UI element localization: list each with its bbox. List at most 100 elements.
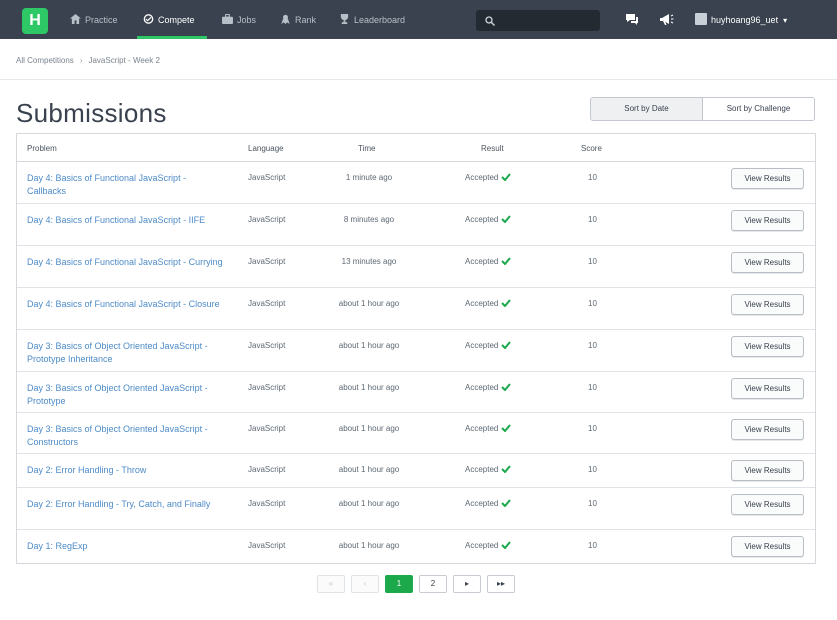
sort-toggle-group: Sort by Date Sort by Challenge: [590, 97, 815, 121]
sort-by-date-button[interactable]: Sort by Date: [591, 98, 703, 120]
language-cell: JavaScript: [248, 341, 286, 350]
chevron-right-icon: ›: [79, 56, 83, 65]
checkmark-icon: [501, 299, 512, 307]
result-text: Accepted: [465, 541, 499, 550]
score-cell: 10: [588, 173, 597, 182]
language-cell: JavaScript: [248, 299, 286, 308]
table-header: Problem Language Time Result Score: [17, 134, 815, 162]
page-1-button[interactable]: 1: [385, 575, 413, 593]
problem-link[interactable]: Day 4: Basics of Functional JavaScript -…: [27, 214, 227, 227]
search-icon: [485, 16, 495, 26]
view-results-button[interactable]: View Results: [731, 336, 804, 357]
checkmark-icon: [501, 215, 512, 223]
result-text: Accepted: [465, 465, 499, 474]
sort-by-challenge-button[interactable]: Sort by Challenge: [703, 98, 814, 120]
nav-label-jobs: Jobs: [237, 15, 257, 25]
nav-item-leaderboard[interactable]: Leaderboard: [339, 0, 405, 39]
time-cell: 13 minutes ago: [341, 257, 397, 266]
nav-item-jobs[interactable]: Jobs: [222, 0, 256, 39]
result-text: Accepted: [465, 173, 499, 182]
page-2-button[interactable]: 2: [419, 575, 447, 593]
language-cell: JavaScript: [248, 383, 286, 392]
top-nav-bar: H Practice Compete Jobs Rank Leaderboard…: [0, 0, 837, 39]
previous-page-button[interactable]: ‹: [351, 575, 379, 593]
language-cell: JavaScript: [248, 465, 286, 474]
view-results-button[interactable]: View Results: [731, 210, 804, 231]
table-row: Day 1: RegExp JavaScript about 1 hour ago A…: [17, 530, 815, 564]
view-results-button[interactable]: View Results: [731, 494, 804, 515]
problem-link[interactable]: Day 1: RegExp: [27, 540, 227, 553]
notifications-icon[interactable]: [660, 13, 674, 26]
view-results-button[interactable]: View Results: [731, 252, 804, 273]
breadcrumb-all-competitions[interactable]: All Competitions: [16, 56, 74, 65]
username: huyhoang96_uet: [711, 15, 779, 25]
first-page-button[interactable]: «: [317, 575, 345, 593]
nav-label-practice: Practice: [85, 15, 118, 25]
result-text: Accepted: [465, 499, 499, 508]
result-text: Accepted: [465, 341, 499, 350]
view-results-button[interactable]: View Results: [731, 168, 804, 189]
score-cell: 10: [588, 465, 597, 474]
messages-icon[interactable]: [625, 13, 639, 26]
table-row: Day 3: Basics of Object Oriented JavaScr…: [17, 413, 815, 454]
problem-link[interactable]: Day 3: Basics of Object Oriented JavaScr…: [27, 382, 227, 408]
time-cell: about 1 hour ago: [338, 341, 400, 350]
problem-link[interactable]: Day 3: Basics of Object Oriented JavaScr…: [27, 423, 227, 449]
score-cell: 10: [588, 541, 597, 550]
table-row: Day 4: Basics of Functional JavaScript -…: [17, 288, 815, 330]
score-cell: 10: [588, 383, 597, 392]
nav-label-compete: Compete: [158, 15, 195, 25]
breadcrumb: All Competitions › JavaScript - Week 2: [16, 56, 160, 65]
nav-item-compete[interactable]: Compete: [137, 0, 207, 39]
time-cell: about 1 hour ago: [338, 424, 400, 433]
chevron-down-icon: ▾: [783, 16, 788, 25]
hackerrank-logo[interactable]: H: [22, 8, 48, 34]
checkmark-icon: [501, 383, 512, 391]
checkmark-icon: [501, 465, 512, 473]
result-text: Accepted: [465, 424, 499, 433]
breadcrumb-current[interactable]: JavaScript - Week 2: [88, 56, 159, 65]
language-cell: JavaScript: [248, 215, 286, 224]
nav-item-rank[interactable]: Rank: [280, 0, 316, 39]
result-text: Accepted: [465, 215, 499, 224]
header-divider: [0, 79, 837, 80]
problem-link[interactable]: Day 4: Basics of Functional JavaScript -…: [27, 172, 227, 198]
table-row: Day 2: Error Handling - Try, Catch, and …: [17, 488, 815, 530]
result-cell: Accepted: [465, 541, 512, 550]
nav-item-practice[interactable]: Practice: [70, 0, 118, 39]
checkmark-icon: [501, 424, 512, 432]
score-cell: 10: [588, 299, 597, 308]
result-cell: Accepted: [465, 424, 512, 433]
result-cell: Accepted: [465, 383, 512, 392]
problem-link[interactable]: Day 2: Error Handling - Throw: [27, 464, 227, 477]
last-page-button[interactable]: ▸▸: [487, 575, 515, 593]
time-cell: 1 minute ago: [345, 173, 393, 182]
view-results-button[interactable]: View Results: [731, 378, 804, 399]
time-cell: about 1 hour ago: [338, 541, 400, 550]
view-results-button[interactable]: View Results: [731, 536, 804, 557]
checkmark-icon: [501, 499, 512, 507]
problem-link[interactable]: Day 2: Error Handling - Try, Catch, and …: [27, 498, 227, 511]
problem-link[interactable]: Day 4: Basics of Functional JavaScript -…: [27, 298, 227, 311]
problem-link[interactable]: Day 3: Basics of Object Oriented JavaScr…: [27, 340, 227, 366]
view-results-button[interactable]: View Results: [731, 419, 804, 440]
result-cell: Accepted: [465, 499, 512, 508]
problem-link[interactable]: Day 4: Basics of Functional JavaScript -…: [27, 256, 227, 269]
search-input[interactable]: [476, 10, 600, 31]
score-cell: 10: [588, 257, 597, 266]
result-text: Accepted: [465, 257, 499, 266]
checkmark-icon: [501, 257, 512, 265]
time-cell: about 1 hour ago: [338, 383, 400, 392]
submissions-table: Problem Language Time Result Score Day 4…: [16, 133, 816, 564]
checkmark-icon: [501, 541, 512, 549]
score-cell: 10: [588, 215, 597, 224]
user-menu[interactable]: huyhoang96_uet ▾: [695, 12, 787, 28]
table-row: Day 2: Error Handling - Throw JavaScript a…: [17, 454, 815, 488]
result-cell: Accepted: [465, 341, 512, 350]
next-page-button[interactable]: ▸: [453, 575, 481, 593]
header-time: Time: [358, 144, 376, 153]
result-text: Accepted: [465, 299, 499, 308]
score-cell: 10: [588, 341, 597, 350]
view-results-button[interactable]: View Results: [731, 460, 804, 481]
view-results-button[interactable]: View Results: [731, 294, 804, 315]
